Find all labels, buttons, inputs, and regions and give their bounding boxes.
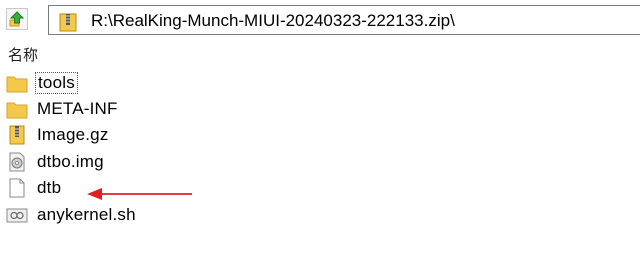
address-path: R:\RealKing-Munch-MIUI-20240323-222133.z… [91, 11, 455, 30]
archive-file-icon [9, 125, 25, 145]
address-bar[interactable]: R:\RealKing-Munch-MIUI-20240323-222133.z… [48, 5, 640, 35]
list-item-label: anykernel.sh [37, 205, 136, 224]
red-arrow-icon [87, 188, 192, 200]
list-item-label: dtb [37, 178, 62, 197]
toolbar: R:\RealKing-Munch-MIUI-20240323-222133.z… [0, 0, 640, 40]
list-item-label: Image.gz [37, 125, 109, 144]
list-item[interactable]: anykernel.sh [6, 204, 206, 226]
folder-icon [6, 76, 28, 93]
script-file-icon [6, 208, 28, 223]
folder-icon [6, 102, 28, 119]
list-item[interactable]: Image.gz [6, 124, 206, 146]
up-one-level-button[interactable] [6, 8, 28, 30]
disk-image-file-icon [9, 152, 25, 172]
list-item[interactable]: META-INF [6, 98, 206, 120]
blank-file-icon [9, 178, 25, 198]
list-item[interactable]: dtbo.img [6, 151, 206, 173]
list-item-label: tools [35, 72, 78, 94]
green-up-arrow-icon [9, 11, 25, 27]
zip-archive-icon [59, 13, 77, 32]
list-item-label: META-INF [37, 99, 118, 118]
list-item-label: dtbo.img [37, 152, 104, 171]
list-item[interactable]: tools [6, 72, 206, 94]
name-column-header[interactable]: 名称 [8, 44, 38, 65]
